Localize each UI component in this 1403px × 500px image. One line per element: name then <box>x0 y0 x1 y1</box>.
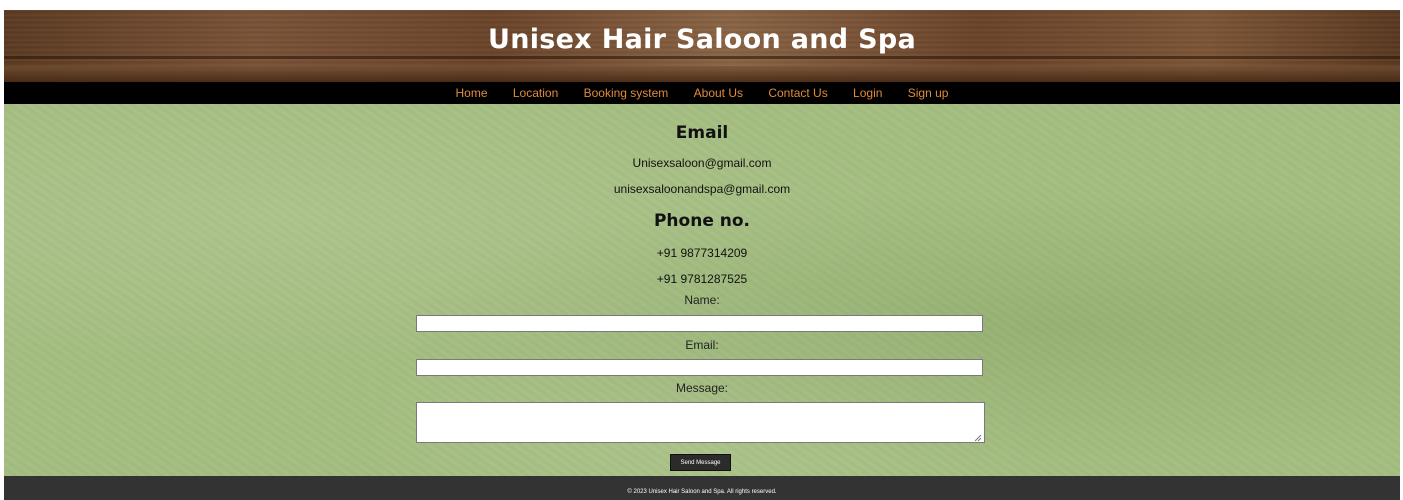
name-input[interactable] <box>416 315 983 332</box>
email-address-secondary: unisexsaloonandspa@gmail.com <box>613 182 791 196</box>
phone-heading: Phone no. <box>653 211 751 231</box>
phone-number-primary: +91 9877314209 <box>656 246 748 260</box>
nav-link-contact-us[interactable]: Contact Us <box>768 82 827 104</box>
copyright-text: © 2023 Unisex Hair Saloon and Spa. All r… <box>627 489 777 495</box>
email-address-primary: Unisexsaloon@gmail.com <box>632 156 772 170</box>
nav-link-booking-system[interactable]: Booking system <box>584 82 669 104</box>
site-header: Unisex Hair Saloon and Spa <box>4 10 1400 82</box>
resize-grip-icon[interactable] <box>974 434 982 442</box>
name-label: Name: <box>684 293 720 307</box>
nav-link-login[interactable]: Login <box>853 82 882 104</box>
site-footer: © 2023 Unisex Hair Saloon and Spa. All r… <box>4 476 1400 500</box>
message-textarea[interactable] <box>416 402 985 443</box>
message-label: Message: <box>675 381 729 395</box>
contact-content: Email Unisexsaloon@gmail.com unisexsaloo… <box>4 104 1400 476</box>
page: Unisex Hair Saloon and Spa Home Location… <box>4 10 1400 500</box>
nav-link-location[interactable]: Location <box>513 82 558 104</box>
nav-link-sign-up[interactable]: Sign up <box>908 82 949 104</box>
site-title: Unisex Hair Saloon and Spa <box>488 24 916 55</box>
nav-link-home[interactable]: Home <box>456 82 488 104</box>
phone-number-secondary: +91 9781287525 <box>656 272 748 286</box>
email-input[interactable] <box>416 359 983 376</box>
email-heading: Email <box>675 123 729 143</box>
email-label: Email: <box>685 338 719 352</box>
main-nav: Home Location Booking system About Us Co… <box>4 82 1400 104</box>
nav-link-about-us[interactable]: About Us <box>694 82 743 104</box>
send-message-button[interactable]: Send Message <box>670 454 731 471</box>
